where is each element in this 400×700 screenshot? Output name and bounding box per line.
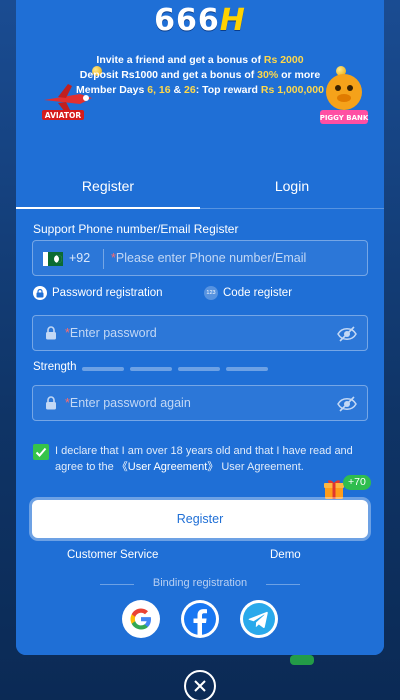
password-registration-label: Password registration <box>52 287 163 299</box>
telegram-login-button[interactable] <box>240 600 278 638</box>
promo-line-invite: Invite a friend and get a bonus of Rs 20… <box>96 54 304 66</box>
svg-text:AVIATOR: AVIATOR <box>45 111 82 120</box>
age-agreement-checkbox[interactable] <box>33 444 49 460</box>
gift-icon <box>324 480 344 499</box>
tabs-divider <box>16 208 384 209</box>
code-register-label: Code register <box>223 287 293 299</box>
auth-tabs: Register Login <box>16 160 384 209</box>
google-login-button[interactable] <box>122 600 160 638</box>
svg-text:PIGGY BANK: PIGGY BANK <box>320 114 369 122</box>
bonus-badge: +70 <box>343 475 371 490</box>
password-field[interactable]: *Enter password <box>32 315 368 351</box>
binding-divider-right <box>266 584 300 585</box>
lock-icon <box>46 326 56 340</box>
facebook-login-button[interactable] <box>181 600 219 638</box>
section-label: Support Phone number/Email Register <box>33 222 239 236</box>
close-modal-button[interactable] <box>184 670 216 700</box>
logo-main: 666 <box>154 2 220 38</box>
password-registration-option[interactable]: Password registration <box>33 286 163 300</box>
demo-link[interactable]: Demo <box>270 549 301 561</box>
code-icon: 123 <box>204 286 218 300</box>
strength-bar-1 <box>82 367 124 371</box>
customer-service-link[interactable]: Customer Service <box>67 549 158 561</box>
logo-text: 666H <box>154 3 246 38</box>
tab-register[interactable]: Register <box>16 178 200 194</box>
promo-banner: AVIATOR Invite a friend and get a bonus … <box>16 48 384 138</box>
lock-icon <box>46 396 56 410</box>
phone-email-field[interactable]: +92 *Please enter Phone number/Email <box>32 240 368 276</box>
confirm-password-field[interactable]: *Enter password again <box>32 385 368 421</box>
field-divider <box>103 249 104 269</box>
register-modal: 666H AVIATOR Invite a friend and get a b… <box>16 0 384 655</box>
close-icon <box>194 680 206 692</box>
password-input[interactable]: *Enter password <box>65 326 157 340</box>
user-agreement-link[interactable]: 《User Agreement》 <box>117 461 218 473</box>
brand-logo: 666H <box>16 2 384 38</box>
binding-registration-label: Binding registration <box>152 577 248 589</box>
telegram-icon <box>243 603 275 635</box>
strength-label: Strength <box>33 361 77 373</box>
register-button[interactable]: Register <box>32 500 368 538</box>
phone-email-input[interactable]: *Please enter Phone number/Email <box>111 251 306 265</box>
confirm-password-input[interactable]: *Enter password again <box>65 396 191 410</box>
facebook-icon <box>184 603 216 635</box>
background-decoration <box>290 655 314 665</box>
logo-accent: H <box>219 2 246 38</box>
checkmark-icon <box>35 447 47 457</box>
piggy-bank-game-icon: PIGGY BANK <box>320 74 369 124</box>
registration-mode-options: Password registration 123 Code register <box>32 286 368 304</box>
register-form-card: Register Login Support Phone number/Emai… <box>16 160 384 655</box>
code-register-option[interactable]: 123 Code register <box>204 286 292 300</box>
strength-bar-2 <box>130 367 172 371</box>
eye-off-icon[interactable] <box>337 395 357 413</box>
eye-off-icon[interactable] <box>337 325 357 343</box>
tab-login[interactable]: Login <box>200 178 384 194</box>
strength-bar-4 <box>226 367 268 371</box>
google-icon <box>130 608 151 630</box>
pakistan-flag-icon <box>43 252 63 266</box>
lock-icon <box>33 286 47 300</box>
country-code-selector[interactable]: +92 <box>69 251 90 265</box>
age-agreement-text: I declare that I am over 18 years old an… <box>55 445 353 473</box>
strength-bar-3 <box>178 367 220 371</box>
